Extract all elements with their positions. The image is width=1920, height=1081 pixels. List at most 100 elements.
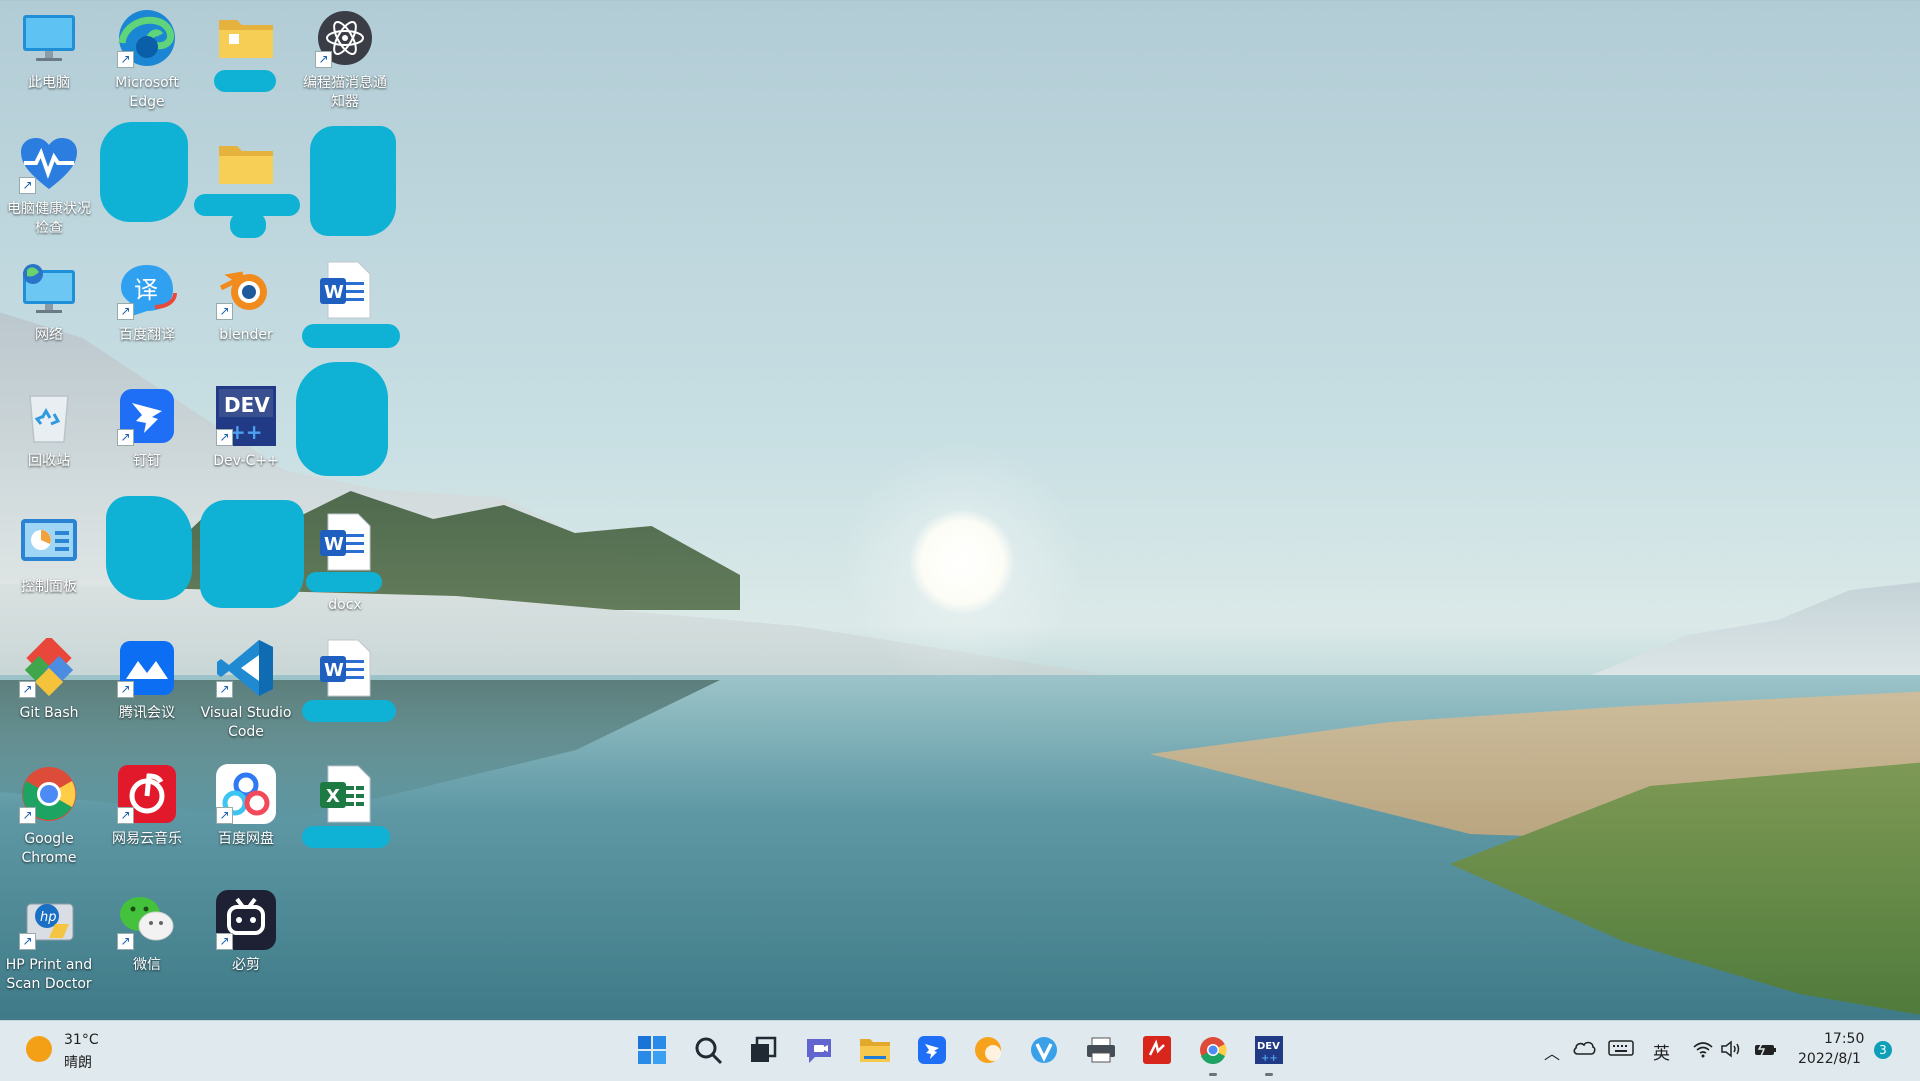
- desktop-icon-label: 电脑健康状况 检查: [7, 201, 91, 236]
- shortcut-arrow-icon: ↗: [216, 303, 233, 320]
- word-document-icon: W: [313, 636, 377, 700]
- desktop-icon-label: 百度网盘: [218, 831, 274, 847]
- redacted-desktop-icon[interactable]: [310, 126, 396, 236]
- desktop-icon-label: 编程猫消息通 知器: [303, 75, 387, 110]
- taskbar-baidu-translate[interactable]: [968, 1030, 1008, 1070]
- desktop-icon-label: 控制面板: [21, 579, 77, 595]
- weather-temperature[interactable]: 31°C: [64, 1032, 99, 1048]
- desktop-icon-health-check[interactable]: ↗ 电脑健康状况 检查: [1, 132, 97, 238]
- desktop-icon-wechat[interactable]: ↗ 微信: [99, 888, 195, 975]
- keyboard-icon[interactable]: [1608, 1040, 1634, 1060]
- desktop-icon-tencent-meeting[interactable]: ↗ 腾讯会议: [99, 636, 195, 723]
- wechat-icon: ↗: [115, 888, 179, 952]
- desktop-icon-word-docx[interactable]: W docx: [297, 510, 393, 615]
- desktop-icon-control-panel[interactable]: 控制面板: [1, 510, 97, 597]
- desktop-icon-label: 网易云音乐: [112, 831, 182, 847]
- desktop-icon-netease-music[interactable]: ↗ 网易云音乐: [99, 762, 195, 849]
- redacted-label: [230, 212, 266, 238]
- weather-description[interactable]: 晴朗: [64, 1052, 92, 1072]
- ime-indicator[interactable]: 英: [1653, 1039, 1670, 1064]
- shortcut-arrow-icon: ↗: [216, 933, 233, 950]
- desktop-icon-excel-file[interactable]: X: [297, 762, 393, 826]
- taskbar-teams-chat[interactable]: [799, 1030, 839, 1070]
- start-button[interactable]: [632, 1030, 672, 1070]
- redacted-desktop-icon[interactable]: [200, 500, 304, 608]
- chevron-up-icon[interactable]: ︿: [1544, 1040, 1560, 1064]
- desktop-icon-label: blender: [219, 327, 273, 343]
- weather-sun-icon[interactable]: [26, 1036, 52, 1062]
- desktop-icon-word-doc-1[interactable]: W: [297, 258, 393, 322]
- desktop-icon-label: 腾讯会议: [119, 705, 175, 721]
- bijian-icon: ↗: [214, 888, 278, 952]
- desktop-icon-dingtalk[interactable]: ↗ 钉钉: [99, 384, 195, 471]
- desktop-icon-git-bash[interactable]: ↗ Git Bash: [1, 636, 97, 723]
- redacted-label: [214, 70, 276, 92]
- taskbar-printer-app[interactable]: [1081, 1030, 1121, 1070]
- desktop-icon-label: 回收站: [28, 453, 70, 469]
- shortcut-arrow-icon: ↗: [315, 51, 332, 68]
- svg-text:hp: hp: [40, 910, 57, 925]
- redacted-desktop-icon[interactable]: [100, 122, 188, 222]
- hp-print-icon: hp ↗: [17, 888, 81, 952]
- redacted-desktop-icon[interactable]: [296, 362, 388, 476]
- desktop-icon-label: docx: [328, 597, 362, 613]
- dev-cpp-icon: DEV ++ ↗: [214, 384, 278, 448]
- atom-icon: ↗: [313, 6, 377, 70]
- taskbar-red-app[interactable]: [1137, 1030, 1177, 1070]
- wallpaper-mountain-right: [1580, 580, 1920, 680]
- shortcut-arrow-icon: ↗: [216, 807, 233, 824]
- desktop-icon-dev-cpp[interactable]: DEV ++ ↗ Dev-C++: [198, 384, 294, 471]
- translate-icon: 译 ↗: [115, 258, 179, 322]
- taskbar-search-button[interactable]: [688, 1030, 728, 1070]
- battery-charging-icon[interactable]: [1754, 1040, 1778, 1062]
- desktop-icon-vscode[interactable]: ↗ Visual Studio Code: [198, 636, 294, 742]
- desktop-icon-recycle-bin[interactable]: 回收站: [1, 384, 97, 471]
- red-calligraphy-icon: [1143, 1036, 1171, 1064]
- desktop-icon-baidu-netdisk[interactable]: ↗ 百度网盘: [198, 762, 294, 849]
- shortcut-arrow-icon: ↗: [19, 177, 36, 194]
- desktop-icon-label: 网络: [35, 327, 63, 343]
- volume-icon[interactable]: [1720, 1040, 1742, 1062]
- desktop-icon-folder-1[interactable]: [198, 6, 294, 70]
- printer-icon: [1087, 1037, 1115, 1063]
- task-view-button[interactable]: [743, 1030, 783, 1070]
- desktop-icon-bijian[interactable]: ↗ 必剪: [198, 888, 294, 975]
- shortcut-arrow-icon: ↗: [117, 807, 134, 824]
- word-document-icon: W: [313, 258, 377, 322]
- notification-badge[interactable]: 3: [1874, 1041, 1892, 1059]
- desktop-icon-google-chrome[interactable]: ↗ Google Chrome: [1, 762, 97, 868]
- desktop-icon-label: Dev-C++: [213, 453, 279, 469]
- desktop-icon-this-pc[interactable]: 此电脑: [1, 6, 97, 93]
- svg-text:++: ++: [1261, 1053, 1278, 1064]
- monitor-icon: [17, 6, 81, 70]
- desktop-icon-baidu-translate[interactable]: 译 ↗ 百度翻译: [99, 258, 195, 345]
- redacted-desktop-icon[interactable]: [106, 496, 192, 600]
- svg-text:W: W: [324, 534, 344, 555]
- netease-music-icon: ↗: [115, 762, 179, 826]
- clock-date[interactable]: 2022/8/1: [1798, 1051, 1861, 1067]
- desktop-icon-network[interactable]: 网络: [1, 258, 97, 345]
- task-view-icon: [751, 1036, 777, 1062]
- taskbar-google-chrome[interactable]: [1193, 1030, 1233, 1070]
- desktop-icon-bianchengmao[interactable]: ↗ 编程猫消息通 知器: [297, 6, 393, 112]
- taskbar-file-explorer[interactable]: [855, 1030, 895, 1070]
- desktop-icon-label: Microsoft Edge: [115, 75, 179, 110]
- recycle-bin-icon: [17, 384, 81, 448]
- redacted-label: [302, 700, 396, 722]
- shortcut-arrow-icon: ↗: [216, 681, 233, 698]
- search-icon: [695, 1037, 723, 1065]
- taskbar-v-app[interactable]: [1024, 1030, 1064, 1070]
- taskbar-dingtalk[interactable]: [912, 1030, 952, 1070]
- desktop-icon-word-doc-2[interactable]: W: [297, 636, 393, 700]
- desktop-icon-folder-2[interactable]: [198, 132, 294, 196]
- desktop-icon-microsoft-edge[interactable]: ↗ Microsoft Edge: [99, 6, 195, 112]
- wifi-icon[interactable]: [1692, 1040, 1714, 1062]
- svg-text:译: 译: [134, 276, 158, 304]
- desktop-icon-hp-print[interactable]: hp ↗ HP Print and Scan Doctor: [1, 888, 97, 994]
- desktop-icon-blender[interactable]: ↗ blender: [198, 258, 294, 345]
- onedrive-cloud-icon[interactable]: [1572, 1038, 1596, 1060]
- taskbar-dev-cpp[interactable]: DEV ++: [1249, 1030, 1289, 1070]
- clock-time[interactable]: 17:50: [1824, 1031, 1864, 1047]
- git-bash-icon: ↗: [17, 636, 81, 700]
- svg-text:DEV: DEV: [224, 393, 270, 417]
